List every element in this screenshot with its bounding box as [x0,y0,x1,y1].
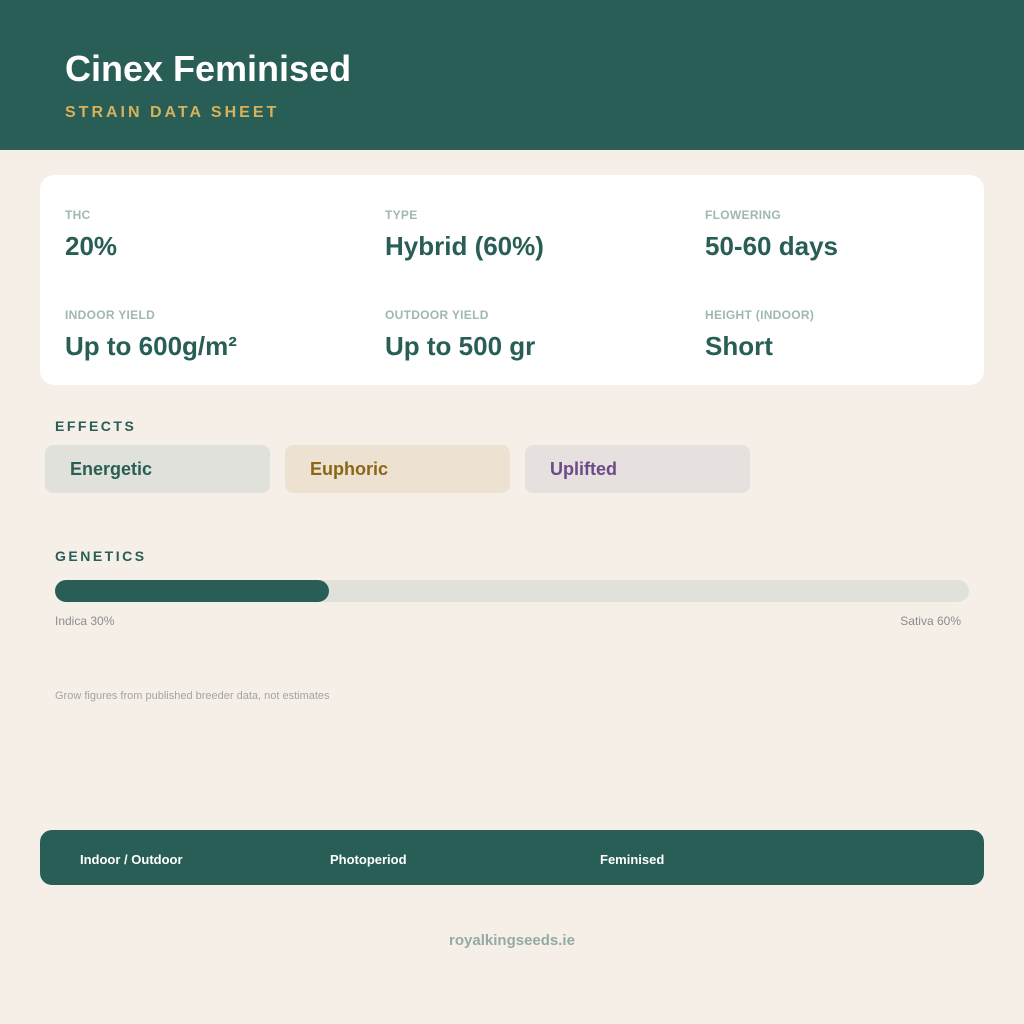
stat-height-indoor: HEIGHT (INDOOR) Short [705,308,814,362]
stat-value: Short [705,331,773,361]
stat-value: Up to 600g/m² [65,331,237,361]
effect-tag-energetic: Energetic [45,445,270,493]
feature-indoor-outdoor: Indoor / Outdoor [80,852,183,867]
feature-feminised: Feminised [600,852,665,867]
stat-value: Up to 500 gr [385,331,536,361]
stat-label: INDOOR YIELD [65,308,156,322]
genetics-heading: GENETICS [55,548,147,564]
stat-label: TYPE [385,208,418,222]
effect-tag-euphoric: Euphoric [285,445,510,493]
stat-thc: THC 20% [65,208,117,262]
header-banner: Cinex Feminised STRAIN DATA SHEET [0,0,1024,150]
stat-indoor-yield: INDOOR YIELD Up to 600g/m² [65,308,237,362]
stat-value: 20% [65,231,118,261]
genetics-bar [55,580,969,602]
page-title: Cinex Feminised [65,48,352,89]
stat-value: Hybrid (60%) [385,231,544,261]
feature-photoperiod: Photoperiod [330,852,407,867]
stat-flowering: FLOWERING 50-60 days [705,208,838,262]
stat-type: TYPE Hybrid (60%) [385,208,544,262]
indica-label: Indica 30% [55,614,115,628]
stat-label: THC [65,208,91,222]
stats-card: THC 20% TYPE Hybrid (60%) FLOWERING 50-6… [40,175,984,385]
stat-label: OUTDOOR YIELD [385,308,489,322]
website-url: royalkingseeds.ie [449,932,575,949]
stat-label: HEIGHT (INDOOR) [705,308,815,322]
sativa-label: Sativa 60% [900,614,961,628]
page-subtitle: STRAIN DATA SHEET [65,104,280,121]
effects-heading: EFFECTS [55,418,137,434]
stat-label: FLOWERING [705,208,782,222]
genetics-bar-indica-fill [55,580,330,602]
stat-value: 50-60 days [705,231,838,261]
feature-bar: Indoor / Outdoor Photoperiod Feminised [40,830,984,885]
effect-tag-uplifted: Uplifted [525,445,750,493]
footnote: Grow figures from published breeder data… [55,690,330,702]
stat-outdoor-yield: OUTDOOR YIELD Up to 500 gr [385,308,535,362]
